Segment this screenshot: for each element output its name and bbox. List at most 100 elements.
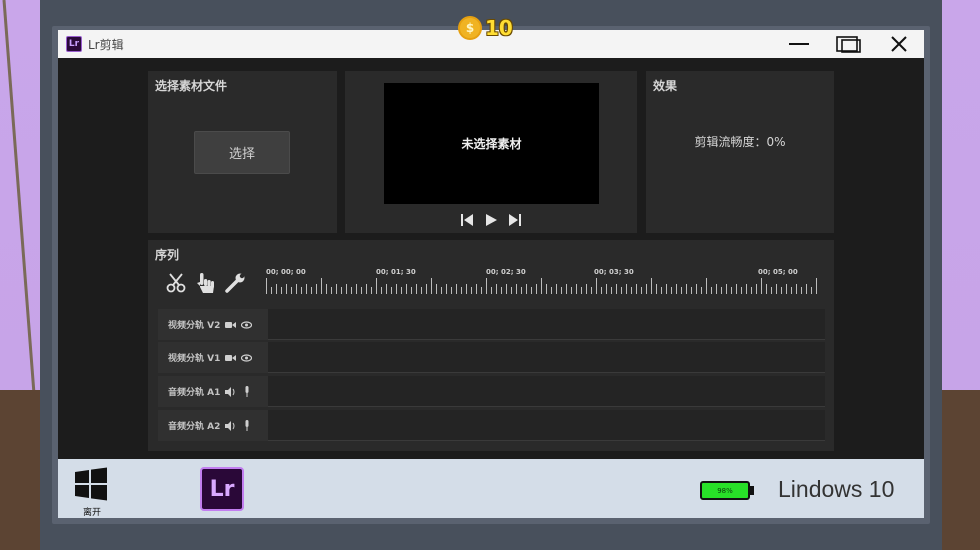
ruler-tick xyxy=(456,284,457,294)
ruler-tick xyxy=(726,284,727,294)
cut-tool-button[interactable] xyxy=(165,272,187,294)
minimize-icon xyxy=(789,43,809,45)
select-material-title: 选择素材文件 xyxy=(155,79,228,93)
ruler-tick xyxy=(516,284,517,294)
ruler-tick xyxy=(816,278,817,294)
camera-icon[interactable] xyxy=(225,352,237,363)
ruler-tick xyxy=(436,284,437,294)
ruler-label: 00; 01; 30 xyxy=(376,268,416,276)
ruler-label: 00; 02; 30 xyxy=(486,268,526,276)
ruler-tick xyxy=(316,284,317,294)
ruler-tick xyxy=(441,287,442,294)
track-label: 视频分轨 V1 xyxy=(168,354,221,364)
ruler-tick xyxy=(631,287,632,294)
ruler-tick xyxy=(651,278,652,294)
lr-taskbar-app[interactable]: Lr xyxy=(200,467,244,511)
ruler-tick xyxy=(791,287,792,294)
ruler-tick xyxy=(566,284,567,294)
ruler-tick xyxy=(266,278,267,294)
scissors-icon xyxy=(166,273,186,293)
ruler-tick xyxy=(341,287,342,294)
mic-icon[interactable] xyxy=(241,386,252,397)
ruler-tick xyxy=(526,284,527,294)
fluency-readout: 剪辑流畅度：0% xyxy=(694,135,786,149)
ruler-tick xyxy=(286,284,287,294)
ruler-tick xyxy=(686,284,687,294)
track-v2[interactable]: 视频分轨 V2 xyxy=(158,309,825,340)
ruler-tick xyxy=(771,287,772,294)
ruler-tick xyxy=(541,278,542,294)
ruler-tick xyxy=(691,287,692,294)
camera-icon[interactable] xyxy=(225,319,237,330)
ruler-tick xyxy=(471,287,472,294)
ruler-tick xyxy=(486,278,487,294)
ruler-tick xyxy=(501,287,502,294)
ruler-tick xyxy=(446,284,447,294)
ruler-tick xyxy=(536,284,537,294)
track-label: 音频分轨 A1 xyxy=(168,388,221,398)
ruler-tick xyxy=(466,284,467,294)
ruler-tick xyxy=(411,287,412,294)
mic-icon[interactable] xyxy=(241,420,252,431)
ruler-tick xyxy=(296,284,297,294)
screen: Lr Lr剪辑 选择素材文件 选择 未选择素材 效果 剪辑流畅度：0% 序列 0… xyxy=(58,30,924,518)
ruler-tick xyxy=(756,284,757,294)
speaker-icon[interactable] xyxy=(225,386,236,397)
ruler-tick xyxy=(596,278,597,294)
ruler-tick xyxy=(406,284,407,294)
ruler-tick xyxy=(421,287,422,294)
speaker-icon[interactable] xyxy=(225,420,236,431)
hand-tool-button[interactable] xyxy=(194,272,216,294)
ruler-tick xyxy=(351,287,352,294)
battery-indicator: 98% xyxy=(700,481,750,500)
ruler-tick xyxy=(531,287,532,294)
ruler-tick xyxy=(641,287,642,294)
ruler-tick xyxy=(346,284,347,294)
timeline-ruler[interactable]: 00; 00; 00 00; 01; 30 00; 02; 30 00; 03;… xyxy=(266,268,818,296)
ruler-tick xyxy=(716,284,717,294)
start-button[interactable]: 离开 xyxy=(74,467,110,518)
ruler-tick xyxy=(561,287,562,294)
play-button[interactable] xyxy=(483,212,499,228)
eye-icon[interactable] xyxy=(241,319,253,330)
ruler-tick xyxy=(376,278,377,294)
start-label: 离开 xyxy=(82,508,101,518)
ruler-label: 00; 03; 30 xyxy=(594,268,634,276)
ruler-tick xyxy=(311,287,312,294)
lr-app-icon: Lr xyxy=(66,36,82,52)
eye-icon[interactable] xyxy=(241,352,253,363)
track-label: 视频分轨 V2 xyxy=(168,321,221,331)
wrench-tool-button[interactable] xyxy=(224,272,246,294)
restore-button[interactable] xyxy=(829,32,869,56)
ruler-tick xyxy=(731,287,732,294)
minimize-button[interactable] xyxy=(779,32,819,56)
select-button[interactable]: 选择 xyxy=(194,131,290,174)
skip-back-button[interactable] xyxy=(459,212,475,228)
ruler-tick xyxy=(336,284,337,294)
ruler-tick xyxy=(806,284,807,294)
skip-forward-button[interactable] xyxy=(507,212,523,228)
battery-tip xyxy=(750,486,754,495)
track-v1[interactable]: 视频分轨 V1 xyxy=(158,342,825,373)
ruler-tick xyxy=(666,284,667,294)
ruler-tick xyxy=(546,284,547,294)
sequence-title: 序列 xyxy=(155,248,180,262)
track-a1[interactable]: 音频分轨 A1 xyxy=(158,376,825,407)
ruler-tick xyxy=(326,284,327,294)
ruler-tick xyxy=(476,284,477,294)
ruler-tick xyxy=(581,287,582,294)
ruler-tick xyxy=(606,284,607,294)
preview-panel: 未选择素材 xyxy=(345,71,637,233)
ruler-tick xyxy=(401,287,402,294)
ruler-tick xyxy=(461,287,462,294)
ruler-tick xyxy=(301,287,302,294)
track-a2[interactable]: 音频分轨 A2 xyxy=(158,410,825,441)
close-button[interactable] xyxy=(879,32,919,56)
ruler-tick xyxy=(496,284,497,294)
ruler-label: 00; 05; 00 xyxy=(758,268,798,276)
effect-title: 效果 xyxy=(653,79,678,93)
ruler-tick xyxy=(736,284,737,294)
effect-panel: 效果 剪辑流畅度：0% xyxy=(646,71,834,233)
ruler-tick xyxy=(701,287,702,294)
ruler-tick xyxy=(361,287,362,294)
